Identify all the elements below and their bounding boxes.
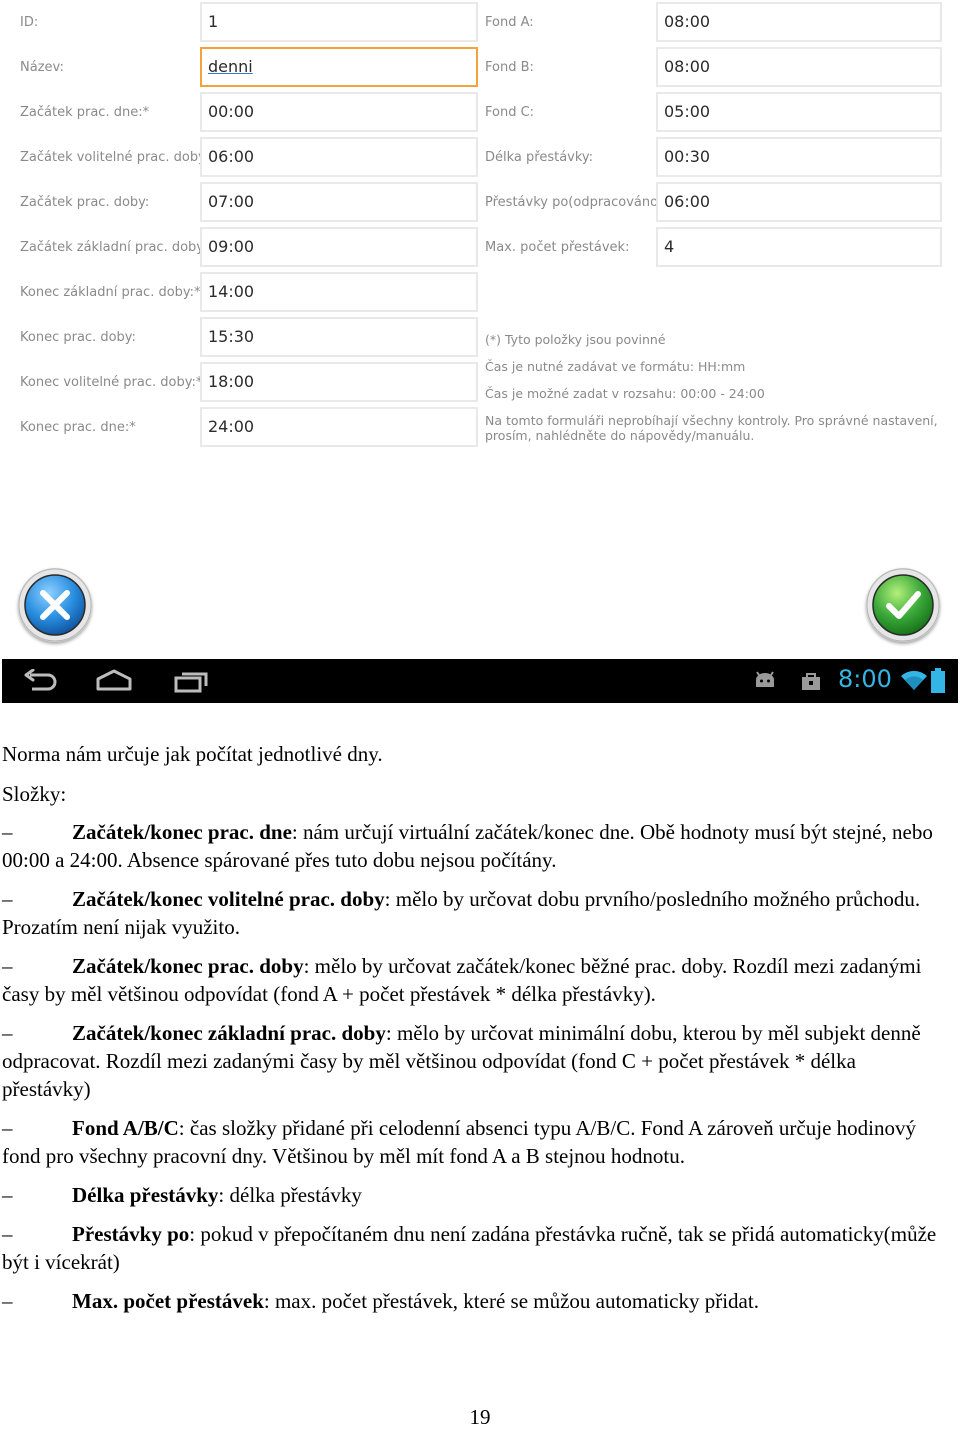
breaks-after-field[interactable]: 06:00 bbox=[656, 182, 942, 222]
confirm-button[interactable] bbox=[866, 568, 940, 642]
required-note: (*) Tyto položky jsou povinné bbox=[485, 332, 666, 347]
fund-b-field[interactable]: 08:00 bbox=[656, 47, 942, 87]
format-note: Čas je nutné zadávat ve formátu: HH:mm bbox=[485, 359, 746, 374]
list-dash: – bbox=[2, 954, 13, 978]
breaks-after-label: Přestávky po(odpracováno): bbox=[485, 195, 668, 210]
list-item-text: : délka přestávky bbox=[218, 1183, 362, 1207]
max-breaks-field[interactable]: 4 bbox=[656, 227, 942, 267]
android-debug-icon bbox=[756, 671, 774, 687]
warning-note-line1: Na tomto formuláři neprobíhají všechny k… bbox=[485, 413, 938, 428]
list-item-term: Začátek/konec základní prac. doby bbox=[72, 1021, 386, 1045]
optional-start-label: Začátek volitelné prac. doby:* bbox=[20, 150, 216, 165]
document-body: Norma nám určuje jak počítat jednotlivé … bbox=[2, 740, 938, 1326]
list-item-term: Délka přestávky bbox=[72, 1183, 219, 1207]
list-item: – Začátek/konec volitelné prac. doby: měl… bbox=[2, 885, 938, 941]
fund-b-label: Fond B: bbox=[485, 60, 534, 75]
list-item-term: Začátek/konec prac. doby bbox=[72, 954, 304, 978]
id-field[interactable]: 1 bbox=[200, 2, 478, 42]
checkmark-icon bbox=[866, 568, 940, 642]
break-length-label: Délka přestávky: bbox=[485, 150, 594, 165]
screenshot-panel: ID: 1 Název: denni Začátek prac. dne:* 0… bbox=[0, 0, 960, 705]
name-label: Název: bbox=[20, 60, 64, 75]
recent-apps-icon[interactable] bbox=[174, 671, 210, 693]
list-dash: – bbox=[2, 1021, 13, 1045]
close-x-icon bbox=[18, 568, 92, 642]
clock: 8:00 bbox=[838, 665, 892, 693]
components-list: – Začátek/konec prac. dne: nám určují vir… bbox=[2, 818, 938, 1315]
core-end-field[interactable]: 14:00 bbox=[200, 272, 478, 312]
list-item: – Začátek/konec prac. doby: mělo by určov… bbox=[2, 952, 938, 1008]
break-length-field[interactable]: 00:30 bbox=[656, 137, 942, 177]
max-breaks-label: Max. počet přestávek: bbox=[485, 240, 630, 255]
core-end-label: Konec základní prac. doby:* bbox=[20, 285, 201, 300]
core-start-field[interactable]: 09:00 bbox=[200, 227, 478, 267]
range-note: Čas je možné zadat v rozsahu: 00:00 - 24… bbox=[485, 386, 765, 401]
core-start-label: Začátek základní prac. doby:* bbox=[20, 240, 214, 255]
optional-end-label: Konec volitelné prac. doby:* bbox=[20, 375, 203, 390]
id-label: ID: bbox=[20, 15, 39, 30]
fund-a-label: Fond A: bbox=[485, 15, 534, 30]
day-end-label: Konec prac. dne:* bbox=[20, 420, 136, 435]
wifi-icon bbox=[901, 670, 927, 690]
list-dash: – bbox=[2, 887, 13, 911]
day-end-field[interactable]: 24:00 bbox=[200, 407, 478, 447]
list-item: – Začátek/konec prac. dne: nám určují vir… bbox=[2, 818, 938, 874]
list-item-term: Přestávky po bbox=[72, 1222, 190, 1246]
day-start-label: Začátek prac. dne:* bbox=[20, 105, 150, 120]
list-item-term: Fond A/B/C bbox=[72, 1116, 179, 1140]
list-dash: – bbox=[2, 1222, 13, 1246]
list-dash: – bbox=[2, 1116, 13, 1140]
fund-c-field[interactable]: 05:00 bbox=[656, 92, 942, 132]
shopping-bag-icon bbox=[802, 673, 820, 690]
optional-end-field[interactable]: 18:00 bbox=[200, 362, 478, 402]
list-item: – Délka přestávky: délka přestávky bbox=[2, 1181, 938, 1209]
list-dash: – bbox=[2, 1289, 13, 1313]
work-start-label: Začátek prac. doby: bbox=[20, 195, 150, 210]
page-number: 19 bbox=[469, 1405, 491, 1429]
back-icon[interactable] bbox=[22, 669, 58, 693]
intro-paragraph: Norma nám určuje jak počítat jednotlivé … bbox=[2, 742, 383, 766]
components-title: Složky: bbox=[2, 782, 67, 806]
work-end-field[interactable]: 15:30 bbox=[200, 317, 478, 357]
cancel-button[interactable] bbox=[18, 568, 92, 642]
home-icon[interactable] bbox=[96, 669, 132, 693]
battery-icon bbox=[931, 668, 945, 693]
list-item: – Začátek/konec základní prac. doby: mělo… bbox=[2, 1019, 938, 1103]
fund-a-field[interactable]: 08:00 bbox=[656, 2, 942, 42]
list-dash: – bbox=[2, 1183, 13, 1207]
list-item: – Fond A/B/C: čas složky přidané při celo… bbox=[2, 1114, 938, 1170]
optional-start-field[interactable]: 06:00 bbox=[200, 137, 478, 177]
warning-note-line2: prosím, nahlédněte do nápovědy/manuálu. bbox=[485, 428, 755, 443]
list-item-term: Začátek/konec volitelné prac. doby bbox=[72, 887, 385, 911]
list-dash: – bbox=[2, 820, 13, 844]
list-item-term: Max. počet přestávek bbox=[72, 1289, 264, 1313]
list-item-term: Začátek/konec prac. dne bbox=[72, 820, 292, 844]
fund-c-label: Fond C: bbox=[485, 105, 535, 120]
list-item-text: : max. počet přestávek, které se můžou a… bbox=[263, 1289, 759, 1313]
list-item: – Přestávky po: pokud v přepočítaném dnu … bbox=[2, 1220, 938, 1276]
work-end-label: Konec prac. doby: bbox=[20, 330, 136, 345]
list-item: – Max. počet přestávek: max. počet přestá… bbox=[2, 1287, 938, 1315]
name-field[interactable]: denni bbox=[200, 47, 478, 87]
day-start-field[interactable]: 00:00 bbox=[200, 92, 478, 132]
system-navigation-bar: 8:00 bbox=[2, 659, 958, 703]
work-start-field[interactable]: 07:00 bbox=[200, 182, 478, 222]
